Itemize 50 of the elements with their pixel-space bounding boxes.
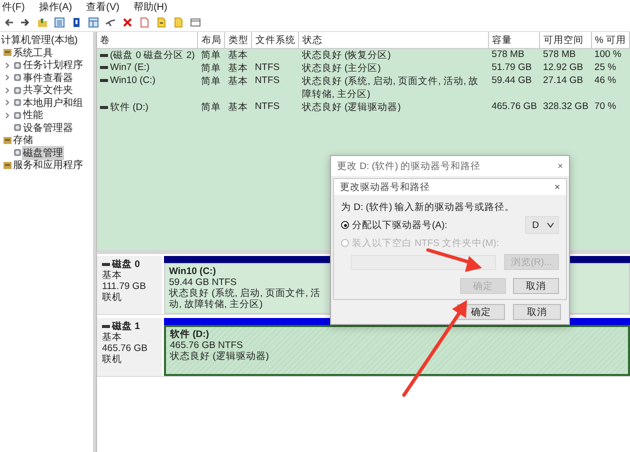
table-cell: 简单 <box>200 63 221 74</box>
table-cell: 328.32 GB <box>542 101 588 112</box>
table-cell: 51.79 GB <box>492 62 532 73</box>
table-cell: 软件 (D:) <box>110 101 148 114</box>
table-cell: 46 % <box>594 75 616 86</box>
table-cell: 状态良好 (恢复分区) <box>302 50 391 61</box>
disk-detail: 465.76 GB <box>102 343 148 354</box>
partition-size: 465.76 GB NTFS <box>170 340 244 351</box>
disk-detail: 联机 <box>102 292 123 303</box>
partition-status: 状态良好 (系统, 启动, 页面文件, 活动, 故障转储, 主分区) <box>169 288 321 310</box>
radio-label: 装入以下空白 NTFS 文件夹中(M): <box>352 236 499 250</box>
prompt-text: 为 D: (软件) 输入新的驱动器号或路径。 <box>341 201 516 214</box>
table-cell: 基本 <box>228 102 248 113</box>
table-cell: 59.44 GB <box>492 75 532 86</box>
table-cell: Win10 (C:) <box>110 75 156 86</box>
table-cell: 25 % <box>594 62 616 73</box>
table-cell: 465.76 GB <box>492 101 537 112</box>
disk-detail: 111.79 GB <box>102 281 148 292</box>
table-cell: 简单 <box>200 76 221 87</box>
table-cell: 简单 <box>200 50 221 61</box>
table-cell: Win7 (E:) <box>110 62 150 73</box>
table-cell: NTFS <box>254 75 280 86</box>
table-cell: 状态良好 (主分区) <box>302 63 381 74</box>
dialog-title: 更改驱动器号和路径 <box>340 180 430 194</box>
table-cell: 状态良好 (系统, 启动, 页面文件, 活动, 故障转储, 主分区) <box>302 76 479 100</box>
radio-label: 分配以下驱动器号(A): <box>352 218 448 232</box>
table-cell: 70 % <box>594 101 616 112</box>
table-cell: 578 MB <box>542 49 576 60</box>
disk-name: 磁盘 0 <box>112 259 140 270</box>
disk-detail: 基本 <box>102 332 123 343</box>
disk-name: 磁盘 1 <box>112 321 140 332</box>
table-cell: 基本 <box>228 50 248 61</box>
disk-detail: 联机 <box>102 354 123 365</box>
table-cell: 578 MB <box>492 49 524 60</box>
table-cell: 100 % <box>594 49 622 60</box>
partition-label: Win10 (C:) <box>169 266 217 277</box>
partition-status: 状态良好 (逻辑驱动器) <box>170 351 270 362</box>
table-cell: NTFS <box>254 62 280 73</box>
table-cell: 27.14 GB <box>542 75 584 86</box>
dialog-title: 更改 D: (软件) 的驱动器号和路径 <box>337 160 481 172</box>
table-cell: (磁盘 0 磁盘分区 2) <box>110 49 195 62</box>
table-cell: 状态良好 (逻辑驱动器) <box>302 102 401 113</box>
table-cell: 12.92 GB <box>542 62 584 73</box>
table-cell: NTFS <box>254 101 280 112</box>
partition-size: 59.44 GB NTFS <box>169 277 238 288</box>
disk-detail: 基本 <box>102 270 123 281</box>
table-cell: 简单 <box>200 102 221 113</box>
partition-label: 软件 (D:) <box>170 329 210 340</box>
table-cell: 基本 <box>228 63 248 74</box>
table-cell: 基本 <box>228 76 248 87</box>
